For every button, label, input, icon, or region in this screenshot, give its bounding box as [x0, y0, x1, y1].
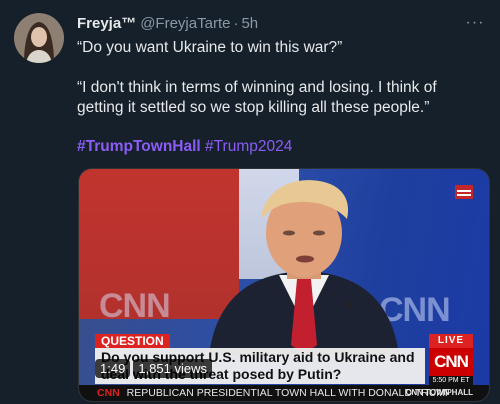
ticker-network: CNN — [97, 387, 120, 399]
tweet-text: “Do you want Ukraine to win this war?” “… — [77, 38, 487, 118]
speaker-figure-icon — [209, 180, 399, 355]
hashtags: #TrumpTownHall #Trump2024 — [77, 138, 292, 156]
hashtag-link[interactable]: #Trump2024 — [205, 138, 292, 155]
question-label: QUESTION — [95, 334, 170, 348]
network-logo: CNN — [429, 348, 473, 376]
ticker-right-label: CNN TOWN HALL — [405, 388, 473, 397]
video-duration: 1:49 — [95, 358, 131, 378]
avatar[interactable] — [14, 13, 64, 63]
tweet-card[interactable]: Freyja™ @FreyjaTarte · 5h ··· “Do you wa… — [0, 0, 500, 404]
live-badge: LIVE — [429, 334, 473, 348]
video-info-overlay: 1:49 1,851 views — [95, 357, 212, 379]
separator-dot: · — [233, 14, 239, 32]
wall-logo-left: CNN — [99, 287, 171, 325]
hashtag-link[interactable]: #TrumpTownHall — [77, 138, 201, 155]
author-name[interactable]: Freyja™ — [77, 15, 136, 32]
author-handle[interactable]: @FreyjaTarte — [140, 15, 230, 32]
video-player[interactable]: CNN CNN QUESTION Do you support U.S. mil… — [78, 168, 490, 402]
news-ticker: CNN REPUBLICAN PRESIDENTIAL TOWN HALL WI… — [79, 385, 489, 401]
tweet-header: Freyja™ @FreyjaTarte · 5h — [77, 12, 258, 34]
more-options-icon[interactable]: ··· — [464, 13, 486, 33]
avatar-portrait-icon — [14, 13, 64, 63]
timestamp[interactable]: 5h — [241, 15, 258, 32]
tweet-paragraph-2: “I don't think in terms of winning and l… — [77, 79, 437, 116]
tweet-paragraph-1: “Do you want Ukraine to win this war?” — [77, 39, 343, 56]
channel-bug-icon — [455, 185, 473, 199]
video-views: 1,851 views — [133, 358, 212, 378]
ticker-text: REPUBLICAN PRESIDENTIAL TOWN HALL WITH D… — [126, 387, 453, 399]
